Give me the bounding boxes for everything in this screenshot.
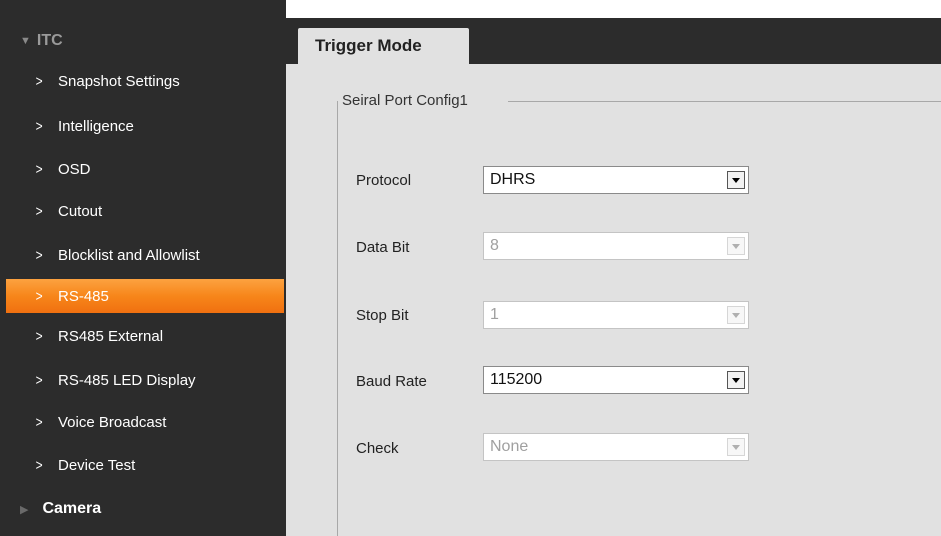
dropdown-arrow-icon (727, 438, 745, 456)
stop-bit-value: 1 (490, 306, 499, 323)
tab-bar: Trigger Mode (286, 18, 941, 64)
sidebar-item-voice-broadcast[interactable]: > Voice Broadcast (6, 407, 284, 437)
chevron-right-icon: > (35, 456, 43, 474)
triangle-down-icon: ▼ (20, 35, 31, 47)
sidebar-item-label: RS-485 LED Display (58, 371, 196, 389)
chevron-right-icon: > (35, 246, 43, 264)
dropdown-arrow-icon (727, 237, 745, 255)
chevron-right-icon: > (35, 287, 43, 305)
sidebar-item-label: Voice Broadcast (58, 413, 167, 431)
sidebar-item-device-test[interactable]: > Device Test (6, 450, 284, 480)
chevron-right-icon: > (35, 327, 43, 345)
protocol-value: DHRS (490, 171, 536, 188)
sidebar-item-intelligence[interactable]: > Intelligence (6, 111, 284, 141)
sidebar-item-label: RS-485 (58, 287, 109, 305)
sidebar-group-label: Camera (42, 500, 102, 517)
sidebar-item-rs485[interactable]: > RS-485 (6, 279, 284, 313)
data-bit-value: 8 (490, 237, 499, 254)
sidebar-item-snapshot-settings[interactable]: > Snapshot Settings (6, 66, 284, 96)
data-bit-label: Data Bit (356, 239, 410, 256)
triangle-right-icon: ▶ (20, 503, 29, 516)
sidebar-item-label: Device Test (58, 456, 136, 474)
sidebar-group-camera[interactable]: ▶ Camera (20, 492, 280, 526)
sidebar-group-itc[interactable]: ▼ ITC (20, 24, 280, 58)
sidebar-group-label: ITC (36, 32, 63, 49)
baud-rate-select[interactable]: 115200 (483, 366, 749, 394)
check-select: None (483, 433, 749, 461)
sidebar-item-rs485-external[interactable]: > RS485 External (6, 321, 284, 351)
baud-rate-value: 115200 (490, 371, 543, 388)
chevron-right-icon: > (35, 202, 43, 220)
dropdown-arrow-icon (727, 306, 745, 324)
check-value: None (490, 438, 529, 455)
chevron-right-icon: > (35, 413, 43, 431)
sidebar-item-cutout[interactable]: > Cutout (6, 196, 284, 226)
protocol-select[interactable]: DHRS (483, 166, 749, 194)
baud-rate-label: Baud Rate (356, 373, 427, 390)
check-label: Check (356, 440, 399, 457)
sidebar-item-label: RS485 External (58, 327, 164, 345)
chevron-right-icon: > (35, 72, 43, 90)
fieldset-border (508, 101, 941, 102)
sidebar-item-label: OSD (58, 160, 91, 178)
tab-trigger-mode[interactable]: Trigger Mode (298, 28, 469, 64)
fieldset-border (337, 101, 338, 536)
sidebar-item-label: Cutout (58, 202, 103, 220)
chevron-right-icon: > (35, 117, 43, 135)
dropdown-arrow-icon[interactable] (727, 171, 745, 189)
fieldset-legend: Seiral Port Config1 (342, 92, 472, 109)
protocol-label: Protocol (356, 172, 412, 189)
sidebar-item-blocklist-allowlist[interactable]: > Blocklist and Allowlist (6, 240, 284, 270)
chevron-right-icon: > (35, 160, 43, 178)
content-panel (286, 64, 941, 536)
sidebar: ▼ ITC > Snapshot Settings > Intelligence… (0, 0, 286, 536)
chevron-right-icon: > (35, 371, 43, 389)
sidebar-item-rs485-led-display[interactable]: > RS-485 LED Display (6, 365, 284, 395)
sidebar-item-osd[interactable]: > OSD (6, 154, 284, 184)
dropdown-arrow-icon[interactable] (727, 371, 745, 389)
sidebar-item-label: Blocklist and Allowlist (58, 246, 200, 264)
stop-bit-label: Stop Bit (356, 307, 409, 324)
data-bit-select: 8 (483, 232, 749, 260)
sidebar-item-label: Snapshot Settings (58, 72, 180, 90)
sidebar-item-label: Intelligence (58, 117, 134, 135)
stop-bit-select: 1 (483, 301, 749, 329)
